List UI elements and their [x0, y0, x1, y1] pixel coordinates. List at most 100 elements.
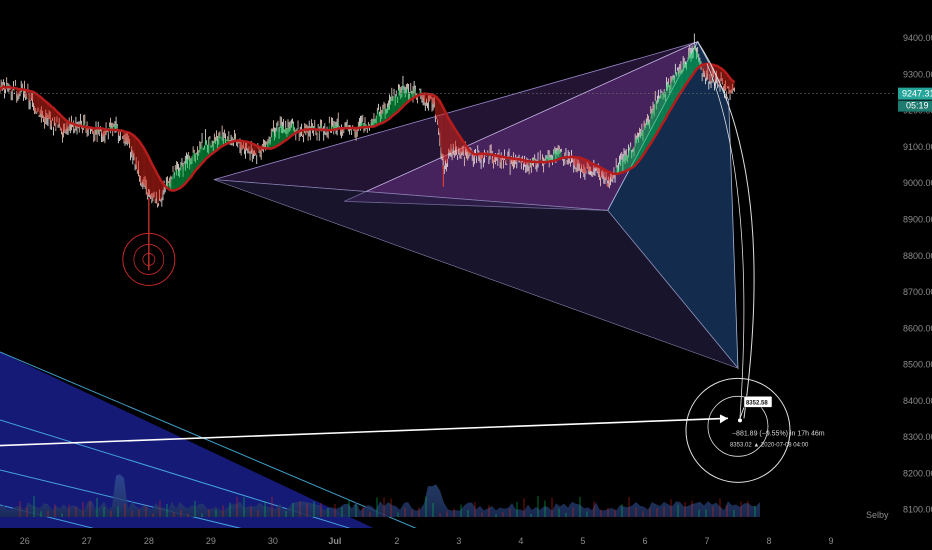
ma-ribbon	[671, 76, 674, 108]
price-chart[interactable]: 8352.58 −881.89 (−9.55%) in 17h 46m 8353.0…	[0, 0, 932, 550]
ma-ribbon	[646, 120, 648, 151]
ma-ribbon	[666, 82, 668, 117]
target-point[interactable]	[737, 418, 742, 423]
price-tick: 8700.00	[903, 287, 932, 297]
ma-ribbon	[39, 95, 41, 116]
ma-ribbon	[152, 165, 155, 197]
price-tick: 9400.00	[903, 33, 932, 43]
ma-ribbon	[647, 120, 649, 149]
ma-ribbon	[636, 137, 638, 164]
ma-ribbon	[705, 64, 707, 80]
ma-ribbon	[657, 98, 659, 133]
ma-ribbon	[644, 125, 646, 154]
ma-ribbon	[664, 90, 666, 121]
ma-ribbon	[280, 124, 282, 145]
ma-ribbon	[127, 132, 129, 144]
ma-ribbon	[440, 103, 443, 157]
ma-ribbon	[241, 140, 243, 150]
ma-ribbon	[553, 149, 555, 161]
ma-ribbon	[450, 122, 453, 155]
ma-ribbon	[148, 156, 150, 197]
ma-ribbon	[667, 82, 669, 115]
ma-ribbon	[683, 61, 685, 89]
ma-ribbon	[687, 56, 689, 82]
ma-ribbon	[684, 61, 686, 87]
ma-ribbon	[690, 52, 693, 78]
ma-ribbon	[282, 125, 284, 143]
ma-ribbon	[620, 158, 622, 173]
ma-ribbon	[123, 131, 126, 143]
ma-ribbon	[444, 109, 446, 167]
ma-ribbon	[669, 84, 671, 111]
price-tick: 8200.00	[903, 468, 932, 478]
measure-text: −881.89 (−9.55%) in 17h 46m	[732, 430, 825, 437]
ma-ribbon	[139, 141, 141, 184]
ma-ribbon	[638, 134, 640, 162]
ma-ribbon	[180, 163, 182, 188]
ma-ribbon	[177, 169, 179, 190]
time-tick: 6	[642, 536, 647, 546]
time-tick: 2	[394, 536, 399, 546]
ma-ribbon	[149, 158, 151, 197]
ma-ribbon	[446, 114, 448, 164]
ma-ribbon	[36, 94, 38, 113]
ma-ribbon	[582, 158, 584, 173]
ma-ribbon	[623, 154, 626, 172]
ma-ribbon	[655, 99, 657, 136]
ma-ribbon	[141, 145, 143, 186]
ma-ribbon	[724, 71, 726, 92]
ma-ribbon	[653, 109, 655, 140]
ma-ribbon	[650, 113, 652, 144]
time-tick: 30	[268, 536, 278, 546]
ma-ribbon	[398, 88, 400, 111]
time-tick: 9	[828, 536, 833, 546]
ma-ribbon	[631, 151, 633, 168]
ma-ribbon	[275, 130, 277, 147]
ma-ribbon	[395, 95, 397, 114]
ma-ribbon	[272, 129, 274, 149]
ma-ribbon	[679, 68, 681, 94]
price-tick: 8100.00	[903, 505, 932, 515]
ma-ribbon	[45, 101, 47, 119]
ma-ribbon	[692, 49, 694, 76]
countdown-label: 05:19	[906, 101, 929, 111]
ma-ribbon	[205, 138, 207, 160]
ma-ribbon	[135, 136, 137, 166]
ma-ribbon	[670, 79, 672, 110]
ma-ribbon	[424, 93, 426, 103]
ma-ribbon	[42, 98, 44, 118]
price-tick: 9100.00	[903, 142, 932, 152]
time-tick: 7	[704, 536, 709, 546]
time-tick: 8	[766, 536, 771, 546]
ma-ribbon	[386, 106, 388, 121]
price-tick: 8800.00	[903, 251, 932, 261]
ma-ribbon	[184, 162, 186, 185]
ma-ribbon	[635, 138, 637, 166]
time-tick: 3	[456, 536, 461, 546]
ma-ribbon	[147, 154, 149, 198]
ma-ribbon	[41, 97, 43, 117]
time-tick: 26	[20, 536, 30, 546]
ma-ribbon	[583, 159, 585, 174]
ma-ribbon	[142, 146, 144, 186]
ma-ribbon	[695, 50, 697, 71]
ma-ribbon	[668, 83, 670, 113]
ma-ribbon	[660, 91, 662, 127]
price-tick: 9300.00	[903, 69, 932, 79]
time-tick: 5	[580, 536, 585, 546]
ma-ribbon	[443, 107, 445, 167]
ma-ribbon	[648, 121, 650, 147]
measure-date: 8353.02 ▲ 2020-07-08 04:00	[730, 442, 809, 448]
ma-ribbon	[140, 143, 142, 186]
ma-ribbon	[584, 159, 587, 174]
ma-ribbon	[661, 91, 664, 125]
ma-ribbon	[449, 120, 451, 154]
price-tick: 8900.00	[903, 215, 932, 225]
price-axis: 8100.00 8200.00 8300.00 8400.00 8500.00 8600.…	[896, 0, 932, 550]
price-tick: 8600.00	[903, 323, 932, 333]
ma-ribbon	[150, 161, 152, 202]
ma-ribbon	[708, 63, 710, 82]
ma-ribbon	[151, 163, 153, 202]
time-axis: 26 27 28 29 30 Jul 2 3 4 5 6 7 8 9	[0, 528, 932, 550]
ma-ribbon	[689, 50, 691, 79]
